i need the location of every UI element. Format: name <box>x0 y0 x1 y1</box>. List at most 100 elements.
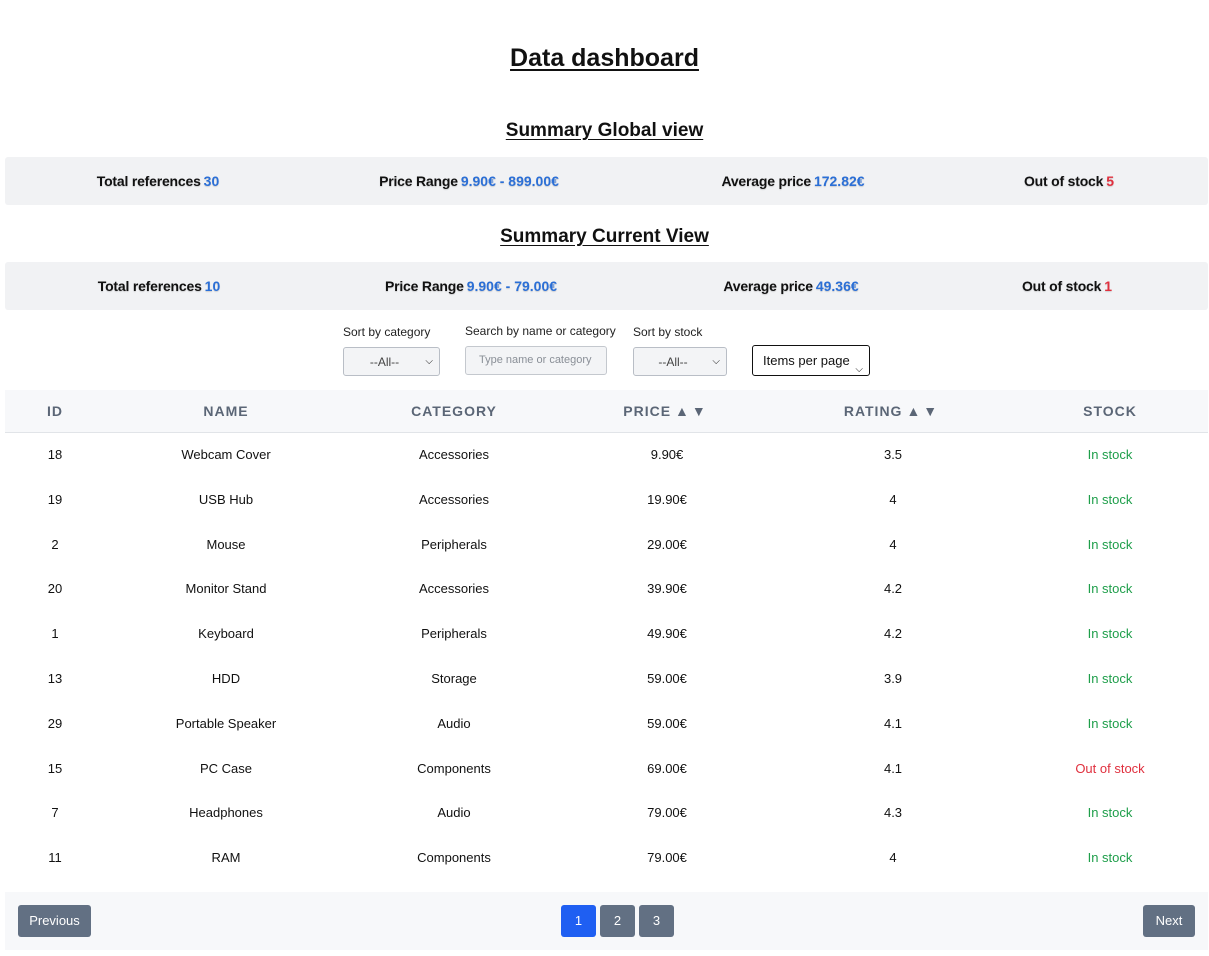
cell-price: 19.90€ <box>647 491 687 507</box>
stat-price-range: Price Range 9.90€ - 79.00€ <box>384 278 558 294</box>
items-per-page-select[interactable]: Items per page ⌵ <box>752 345 870 376</box>
stat-total-references: Total references 30 <box>96 173 220 189</box>
next-button[interactable]: Next <box>1143 905 1195 937</box>
page-button-3[interactable]: 3 <box>639 905 674 937</box>
cell-rating: 3.5 <box>883 447 903 462</box>
cell-rating: 4.3 <box>883 805 903 821</box>
summary-global-bar: Total references 30 Price Range 9.90€ - 89… <box>5 157 1208 205</box>
table-row: 11 RAM Components 79.00€ 4 In stock <box>5 835 1208 880</box>
cell-stock: In stock <box>1087 491 1133 507</box>
cell-rating: 4.1 <box>883 715 903 731</box>
column-header-price[interactable]: PRICE ▲▼ <box>623 390 709 432</box>
cell-price: 59.00€ <box>647 671 687 686</box>
column-header-category: CATEGORY <box>411 403 497 419</box>
stat-total-references: Total references 10 <box>97 278 221 294</box>
stat-average-price: Average price 49.36€ <box>723 278 859 294</box>
cell-rating: 3.9 <box>883 671 903 686</box>
column-header-id: ID <box>47 403 63 419</box>
cell-id: 18 <box>47 447 63 462</box>
cell-price: 79.00€ <box>647 850 687 866</box>
page-button-1[interactable]: 1 <box>561 905 596 937</box>
cell-id: 29 <box>47 715 63 731</box>
cell-stock: In stock <box>1087 581 1133 597</box>
previous-button[interactable]: Previous <box>18 905 91 937</box>
cell-name: PC Case <box>199 760 253 776</box>
cell-price: 29.00€ <box>647 536 687 552</box>
cell-id: 2 <box>51 536 59 552</box>
cell-stock: In stock <box>1087 626 1133 642</box>
cell-id: 7 <box>51 805 59 821</box>
cell-price: 39.90€ <box>647 581 687 597</box>
table-row: 7 Headphones Audio 79.00€ 4.3 In stock <box>5 790 1208 835</box>
cell-stock: In stock <box>1087 715 1133 731</box>
cell-category: Audio <box>437 805 471 821</box>
cell-name: Mouse <box>206 536 246 552</box>
cell-id: 11 <box>48 850 62 866</box>
cell-category: Storage <box>431 671 477 686</box>
cell-name: Portable Speaker <box>175 715 277 731</box>
cell-price: 69.00€ <box>647 760 687 776</box>
cell-rating: 4.2 <box>883 626 903 642</box>
cell-name: Monitor Stand <box>185 581 267 597</box>
cell-name: RAM <box>211 850 241 866</box>
cell-rating: 4 <box>889 850 897 866</box>
cell-price: 9.90€ <box>650 447 684 462</box>
cell-category: Accessories <box>418 581 490 597</box>
column-header-stock: STOCK <box>1083 403 1137 419</box>
stat-out-of-stock: Out of stock 1 <box>1021 278 1113 294</box>
column-header-rating[interactable]: RATING ▲▼ <box>844 390 940 432</box>
cell-id: 1 <box>51 626 59 642</box>
cell-name: USB Hub <box>198 491 254 507</box>
search-input[interactable]: Type name or category <box>465 346 607 375</box>
stock-filter-label: Sort by stock <box>633 325 703 339</box>
cell-rating: 4 <box>889 536 897 552</box>
stat-out-of-stock: Out of stock 5 <box>1023 173 1115 189</box>
cell-id: 19 <box>47 491 63 507</box>
table-row: 19 USB Hub Accessories 19.90€ 4 In stock <box>5 477 1208 522</box>
chevron-down-icon: ⌵ <box>712 356 720 367</box>
cell-stock: In stock <box>1087 447 1133 462</box>
cell-id: 13 <box>47 671 63 686</box>
table-row: 20 Monitor Stand Accessories 39.90€ 4.2 In st… <box>5 566 1208 611</box>
table-row: 2 Mouse Peripherals 29.00€ 4 In stock <box>5 522 1208 567</box>
cell-category: Components <box>417 760 491 776</box>
chevron-down-icon: ⌵ <box>855 364 863 375</box>
table-row: 15 PC Case Components 69.00€ 4.1 Out of stock <box>5 746 1208 791</box>
cell-id: 20 <box>47 581 63 597</box>
cell-rating: 4.1 <box>883 760 903 776</box>
table-row: 1 Keyboard Peripherals 49.90€ 4.2 In stock <box>5 611 1208 656</box>
cell-id: 15 <box>47 760 63 776</box>
cell-name: Headphones <box>189 805 263 821</box>
column-header-name: NAME <box>203 403 249 419</box>
table-row: 13 HDD Storage 59.00€ 3.9 In stock <box>5 656 1208 701</box>
cell-rating: 4.2 <box>883 581 903 597</box>
cell-stock: In stock <box>1087 671 1133 686</box>
cell-category: Peripherals <box>421 626 487 642</box>
table-row: 29 Portable Speaker Audio 59.00€ 4.1 In stock <box>5 701 1208 746</box>
cell-stock: Out of stock <box>1075 760 1145 776</box>
category-filter-label: Sort by category <box>343 325 431 339</box>
cell-category: Peripherals <box>421 536 487 552</box>
cell-price: 49.90€ <box>647 626 687 642</box>
pagination-bar: Previous 1 2 3 Next <box>5 892 1208 950</box>
search-label: Search by name or category <box>465 324 616 338</box>
chevron-down-icon: ⌵ <box>425 356 433 367</box>
page-button-2[interactable]: 2 <box>600 905 635 937</box>
stock-select[interactable]: --All-- ⌵ <box>633 347 727 376</box>
cell-price: 59.00€ <box>647 715 687 731</box>
summary-current-heading: Summary Current View <box>500 226 709 247</box>
table-header: ID NAME CATEGORY PRICE ▲▼ RATING ▲▼ STOCK <box>5 390 1208 433</box>
category-select[interactable]: --All-- ⌵ <box>343 347 440 376</box>
cell-category: Accessories <box>418 491 490 507</box>
summary-global-heading: Summary Global view <box>505 120 704 141</box>
cell-price: 79.00€ <box>647 805 687 821</box>
cell-rating: 4 <box>889 491 897 507</box>
cell-name: Webcam Cover <box>181 447 271 462</box>
summary-current-bar: Total references 10 Price Range 9.90€ - 79… <box>5 262 1208 310</box>
cell-name: Keyboard <box>198 626 254 642</box>
page-title: Data dashboard <box>510 44 699 72</box>
stat-average-price: Average price 172.82€ <box>721 173 865 189</box>
sort-arrows-icon[interactable]: ▲▼ <box>675 403 709 419</box>
sort-arrows-icon[interactable]: ▲▼ <box>906 403 940 419</box>
cell-stock: In stock <box>1087 850 1133 866</box>
